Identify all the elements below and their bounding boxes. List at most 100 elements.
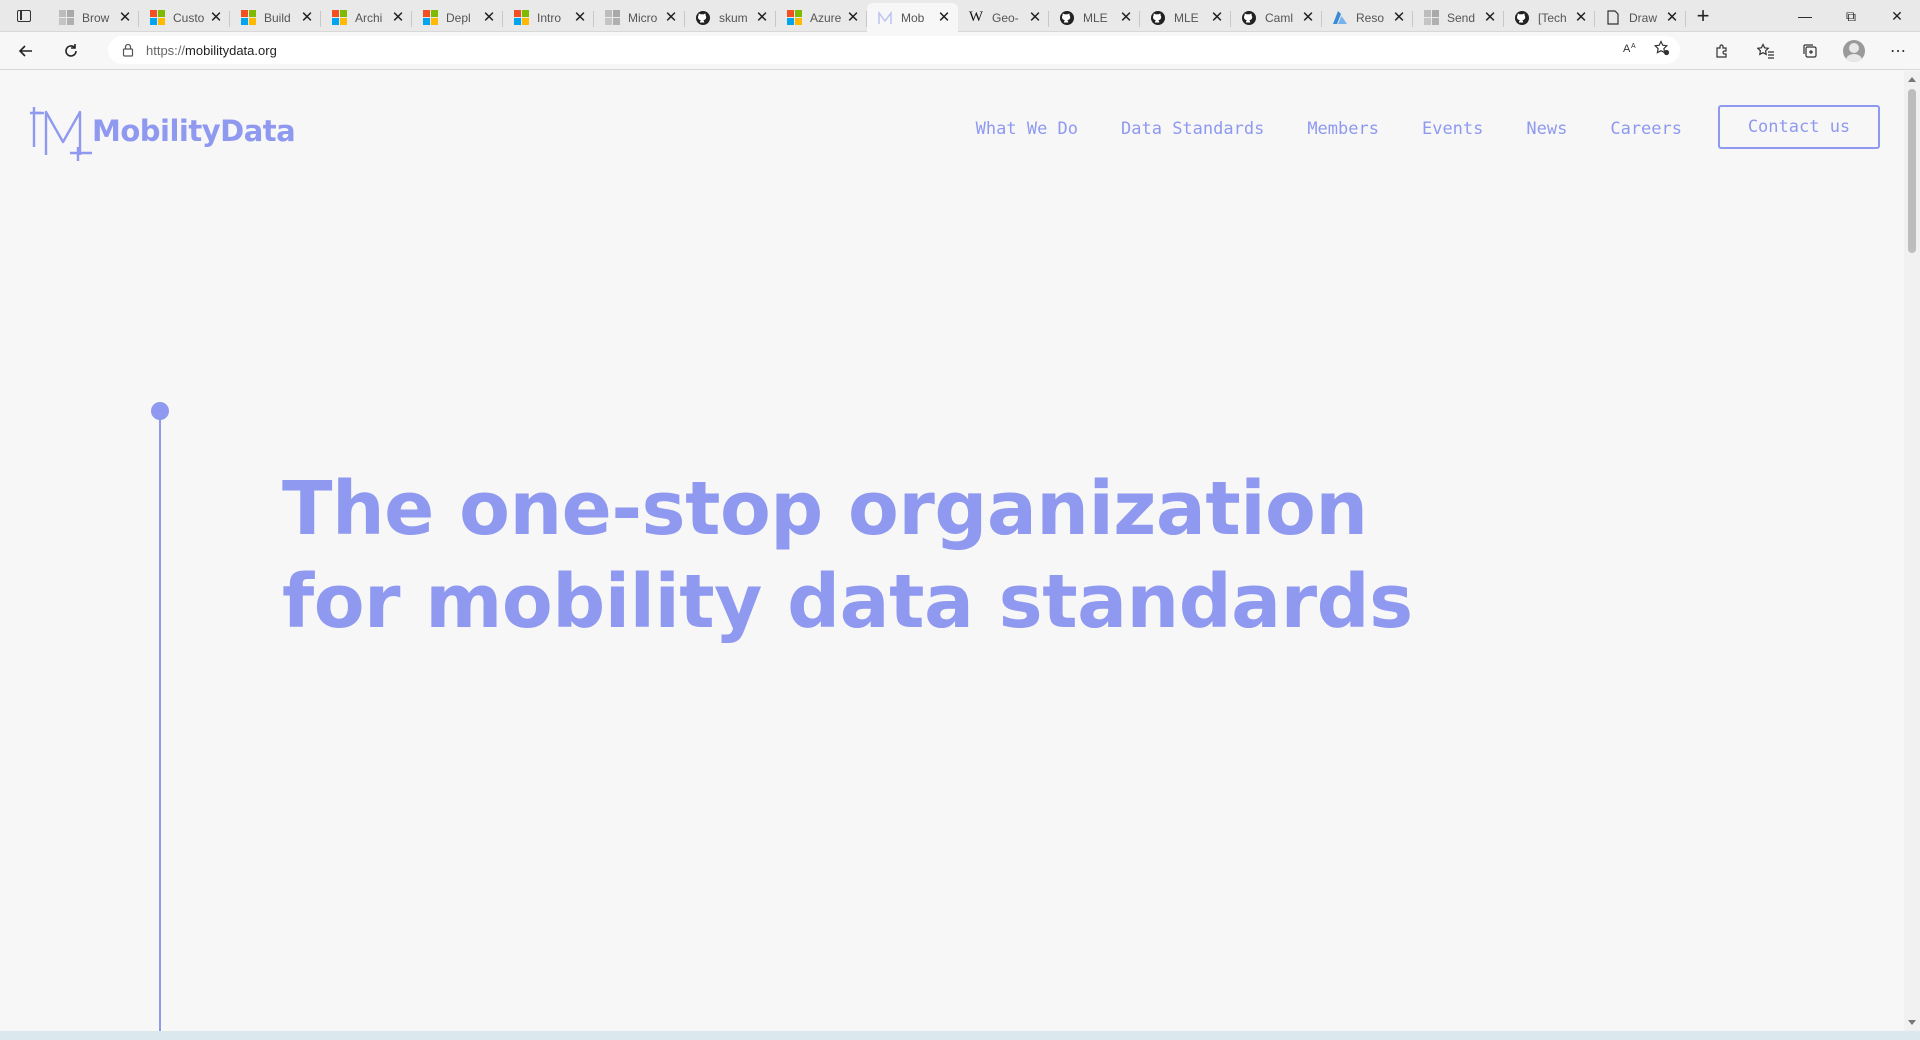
wikipedia-icon: W xyxy=(968,9,984,25)
browser-tab[interactable]: [Tech ✕ xyxy=(1504,4,1595,32)
scrollbar-thumb[interactable] xyxy=(1908,89,1916,253)
microsoft-icon xyxy=(240,10,256,26)
browser-tab[interactable]: MLE ✕ xyxy=(1140,4,1231,32)
collections-icon[interactable] xyxy=(1788,32,1832,70)
close-tab-icon[interactable]: ✕ xyxy=(1391,9,1407,26)
url-scheme: https:// xyxy=(146,42,186,58)
nav-news[interactable]: News xyxy=(1526,119,1567,139)
browser-tab[interactable]: Intro ✕ xyxy=(503,4,594,32)
timeline-line xyxy=(159,411,161,1031)
tab-actions-button[interactable] xyxy=(0,0,48,32)
favorites-icon[interactable] xyxy=(1744,32,1788,70)
mobilitydata-icon xyxy=(877,10,893,26)
more-options-icon[interactable]: ⋯ xyxy=(1876,32,1920,70)
close-tab-icon[interactable]: ✕ xyxy=(572,9,588,26)
tab-title: Archi xyxy=(355,10,383,25)
back-arrow-icon xyxy=(18,45,32,57)
hero-line-2: for mobility data standards xyxy=(282,559,1413,645)
browser-tab[interactable]: Mob ✕ xyxy=(867,3,958,32)
tab-title: Reso xyxy=(1356,10,1385,25)
browser-tab[interactable]: Custo ✕ xyxy=(139,4,230,32)
svg-text:A: A xyxy=(1631,43,1636,50)
tab-title: Intro xyxy=(537,10,562,25)
browser-tab[interactable]: Build ✕ xyxy=(230,4,321,32)
close-tab-icon[interactable]: ✕ xyxy=(1482,9,1498,26)
browser-tab[interactable]: Brow ✕ xyxy=(48,4,139,32)
restore-button[interactable]: ⧉ xyxy=(1828,0,1874,32)
microsoft-icon xyxy=(422,10,438,26)
browser-tab[interactable]: Azure ✕ xyxy=(776,4,867,32)
url-host: mobilitydata.org xyxy=(185,42,277,58)
address-bar: https://mobilitydata.org AA ⋯ xyxy=(0,32,1920,70)
omnibox-actions: AA xyxy=(1622,40,1670,59)
browser-tab[interactable]: W Geo- ✕ xyxy=(958,4,1049,32)
close-tab-icon[interactable]: ✕ xyxy=(1027,9,1043,26)
close-tab-icon[interactable]: ✕ xyxy=(1300,9,1316,26)
tab-title: MLE xyxy=(1174,10,1199,25)
nav-data-standards[interactable]: Data Standards xyxy=(1121,119,1264,139)
github-icon xyxy=(1241,10,1257,26)
tab-list: Brow ✕ Custo ✕ Build ✕ Archi ✕ Depl ✕ Intro ✕ Micro ✕… xyxy=(48,0,1686,32)
minimize-button[interactable]: — xyxy=(1782,0,1828,32)
close-tab-icon[interactable]: ✕ xyxy=(390,9,406,26)
nav-events[interactable]: Events xyxy=(1422,119,1483,139)
microsoft-icon xyxy=(513,10,529,26)
browser-tab[interactable]: Draw ✕ xyxy=(1595,4,1686,32)
main-navigation: What We Do Data Standards Members Events… xyxy=(933,105,1880,149)
browser-tab[interactable]: MLE ✕ xyxy=(1049,4,1140,32)
close-tab-icon[interactable]: ✕ xyxy=(1573,9,1589,26)
document-icon xyxy=(1605,10,1621,26)
site-logo[interactable]: MobilityData xyxy=(26,99,296,163)
extensions-icon[interactable] xyxy=(1700,32,1744,70)
nav-careers[interactable]: Careers xyxy=(1610,119,1682,139)
close-tab-icon[interactable]: ✕ xyxy=(481,9,497,26)
lock-icon xyxy=(120,42,136,58)
close-tab-icon[interactable]: ✕ xyxy=(117,9,133,26)
nav-members[interactable]: Members xyxy=(1307,119,1379,139)
tab-title: Depl xyxy=(446,10,471,25)
close-tab-icon[interactable]: ✕ xyxy=(1209,9,1225,26)
browser-tab[interactable]: Reso ✕ xyxy=(1322,4,1413,32)
close-tab-icon[interactable]: ✕ xyxy=(845,9,861,26)
browser-tab[interactable]: Depl ✕ xyxy=(412,4,503,32)
scroll-down-arrow-icon[interactable] xyxy=(1908,1020,1916,1025)
nav-what-we-do[interactable]: What We Do xyxy=(976,119,1078,139)
tab-title: Custo xyxy=(173,10,205,25)
tab-title: MLE xyxy=(1083,10,1108,25)
tab-title: Draw xyxy=(1629,10,1658,25)
profile-avatar-icon[interactable] xyxy=(1843,40,1865,62)
bottom-strip xyxy=(0,1031,1920,1040)
tab-title: Brow xyxy=(82,10,110,25)
new-tab-button[interactable]: + xyxy=(1686,0,1720,32)
close-tab-icon[interactable]: ✕ xyxy=(663,9,679,26)
read-aloud-icon[interactable]: AA xyxy=(1622,41,1638,58)
scroll-up-arrow-icon[interactable] xyxy=(1908,77,1916,82)
contact-us-button[interactable]: Contact us xyxy=(1718,105,1880,149)
url-field[interactable]: https://mobilitydata.org AA xyxy=(108,36,1680,64)
browser-tab[interactable]: Archi ✕ xyxy=(321,4,412,32)
browser-tab[interactable]: Micro ✕ xyxy=(594,4,685,32)
browser-tab[interactable]: Caml ✕ xyxy=(1231,4,1322,32)
close-tab-icon[interactable]: ✕ xyxy=(1118,9,1134,26)
close-tab-icon[interactable]: ✕ xyxy=(936,9,952,26)
github-icon xyxy=(1150,10,1166,26)
tab-title: Mob xyxy=(901,10,925,25)
add-favorite-icon[interactable] xyxy=(1653,40,1670,59)
close-tab-icon[interactable]: ✕ xyxy=(299,9,315,26)
tab-title: Send xyxy=(1447,10,1476,25)
back-button[interactable] xyxy=(12,39,40,63)
vertical-scrollbar[interactable] xyxy=(1904,71,1920,1031)
tab-actions-icon xyxy=(17,9,31,22)
tab-strip: Brow ✕ Custo ✕ Build ✕ Archi ✕ Depl ✕ Intro ✕ Micro ✕… xyxy=(0,0,1920,32)
tab-title: Azure xyxy=(810,10,842,25)
close-tab-icon[interactable]: ✕ xyxy=(1664,9,1680,26)
azure-icon xyxy=(1332,10,1348,26)
close-tab-icon[interactable]: ✕ xyxy=(208,9,224,26)
tab-title: Caml xyxy=(1265,10,1294,25)
close-window-button[interactable]: ✕ xyxy=(1874,0,1920,32)
browser-tab[interactable]: skum ✕ xyxy=(685,4,776,32)
refresh-button[interactable] xyxy=(57,39,85,63)
browser-tab[interactable]: Send ✕ xyxy=(1413,4,1504,32)
close-tab-icon[interactable]: ✕ xyxy=(754,9,770,26)
tab-title: skum xyxy=(719,10,748,25)
